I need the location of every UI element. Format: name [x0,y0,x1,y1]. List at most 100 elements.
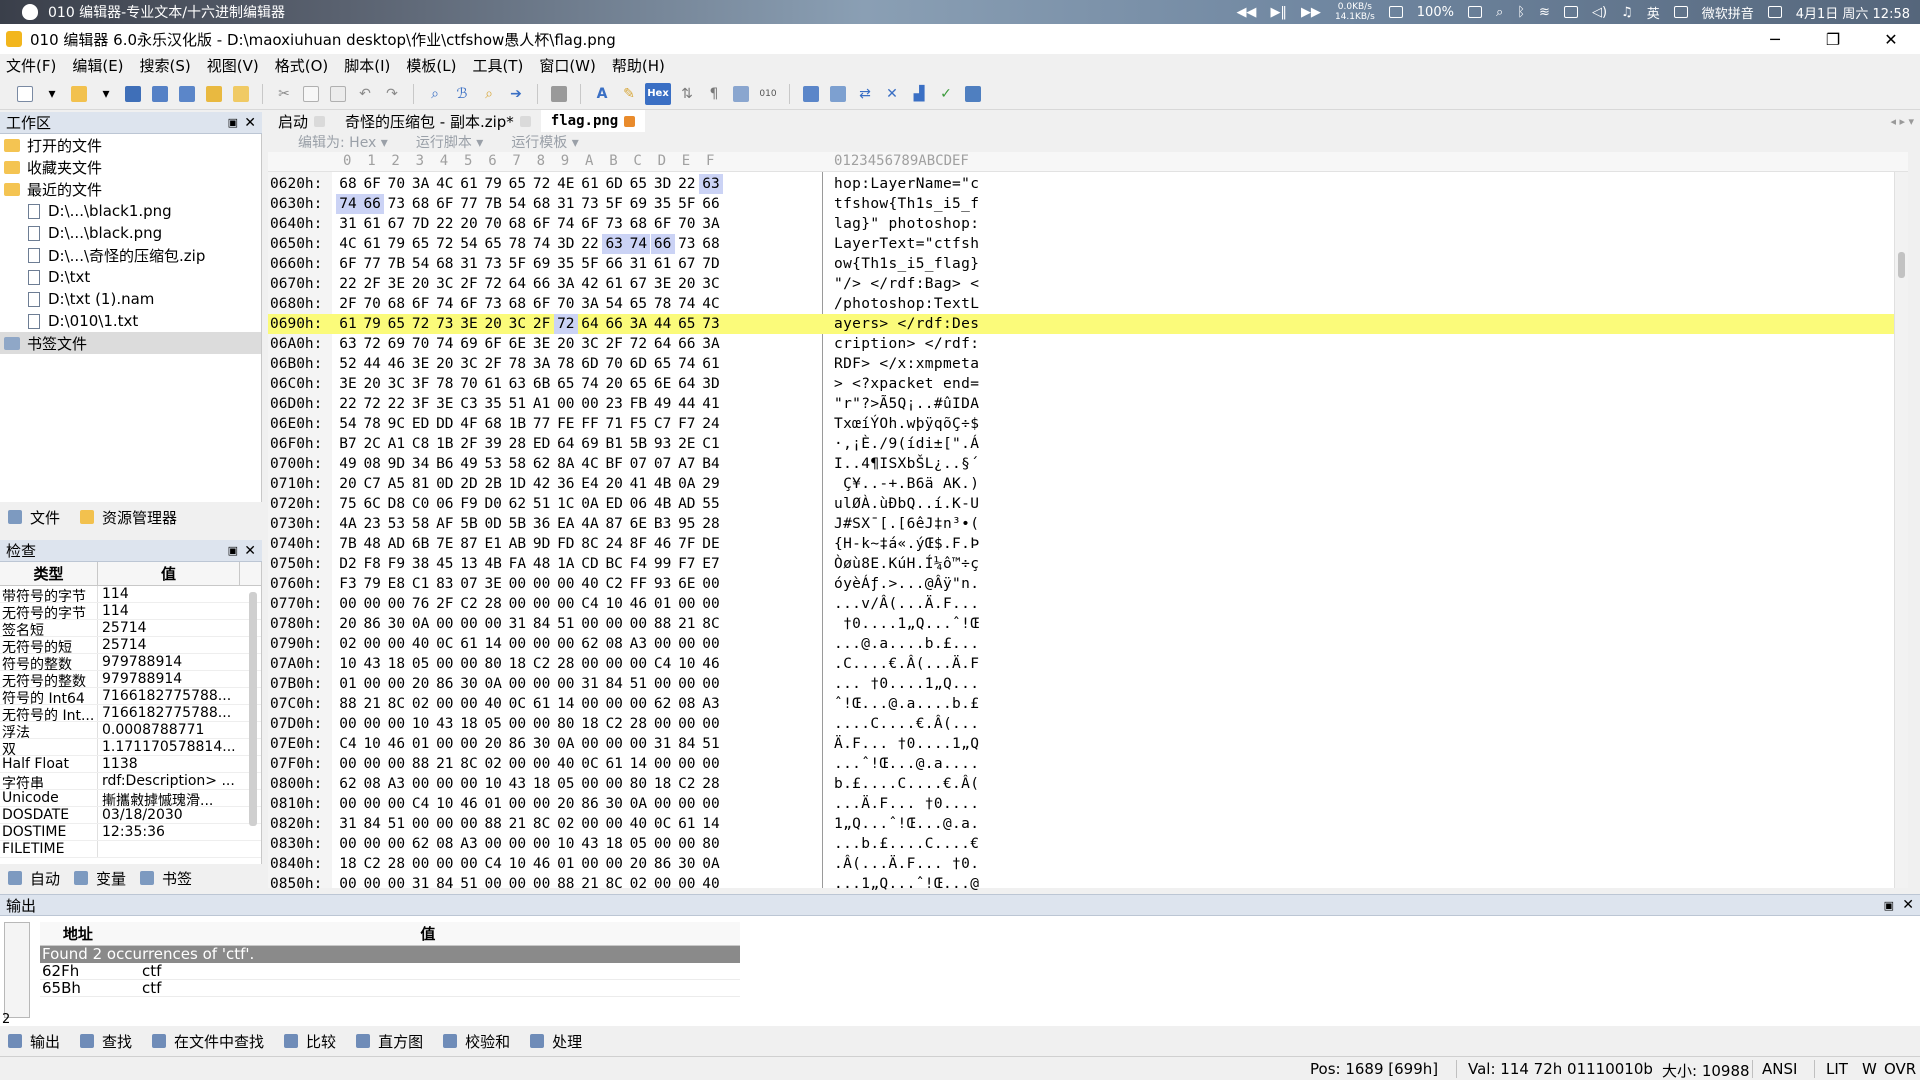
hex-byte[interactable]: 39 [481,434,505,454]
hex-byte[interactable]: 73 [481,294,505,314]
hex-byte[interactable]: 10 [481,774,505,794]
hex-byte[interactable]: 9D [530,534,554,554]
hex-byte[interactable]: 00 [675,674,699,694]
hex-byte[interactable]: 31 [409,874,433,894]
result-row[interactable]: 65Bh ctf [40,980,740,997]
hex-byte[interactable]: B1 [602,434,626,454]
menu-template[interactable]: 模板(L) [406,55,456,76]
hex-byte[interactable]: 73 [481,254,505,274]
hex-byte[interactable]: 00 [481,874,505,894]
hex-byte[interactable]: 72 [530,174,554,194]
hex-byte[interactable]: 18 [578,714,602,734]
hex-byte[interactable]: 87 [602,514,626,534]
hex-byte[interactable]: 46 [457,794,481,814]
hex-byte[interactable]: 77 [360,254,384,274]
font-icon[interactable]: A [591,83,613,105]
hex-byte[interactable]: 28 [699,774,723,794]
hex-byte[interactable]: 72 [626,334,650,354]
hex-row[interactable]: 07B0h: 01 00 00 20 86 30 0A 00 00 00 31 84 51 00 00 00..… [268,674,1908,694]
hex-byte[interactable]: 00 [554,674,578,694]
hex-byte[interactable]: 8A [554,454,578,474]
tab-explorer[interactable]: 资源管理器 [80,507,177,528]
hex-byte[interactable]: 18 [602,834,626,854]
run-script-dropdown[interactable]: 运行脚本 ▾ [416,132,483,152]
language-indicator[interactable]: 英 [1647,3,1660,22]
hex-byte[interactable]: 2F [530,314,554,334]
hex-byte[interactable]: 22 [336,274,360,294]
hex-byte[interactable]: 00 [433,734,457,754]
hex-byte[interactable]: 8C [384,694,408,714]
ascii-text[interactable]: ow{Th1s_i5_flag} [834,254,979,274]
hex-byte[interactable]: 6F [578,214,602,234]
hex-byte[interactable]: 00 [384,674,408,694]
hex-byte[interactable]: 61 [336,314,360,334]
hex-byte[interactable]: 49 [651,394,675,414]
hex-byte[interactable]: 00 [360,674,384,694]
ascii-text[interactable]: ulØÀ.ùÐbQ..í.K-U [834,494,979,514]
hex-byte[interactable]: 00 [505,574,529,594]
hex-byte[interactable]: 35 [554,254,578,274]
hex-byte[interactable]: 43 [505,774,529,794]
hex-byte[interactable]: 00 [336,714,360,734]
hex-byte[interactable]: 71 [602,414,626,434]
tree-item-favorites[interactable]: 收藏夹文件 [0,156,261,178]
ascii-text[interactable]: ...Ä.F... †0.... [834,794,979,814]
hex-byte[interactable]: 45 [433,554,457,574]
hex-byte[interactable]: 18 [530,774,554,794]
hex-byte[interactable]: 6E [626,514,650,534]
ascii-text[interactable]: J#SX¯[.[6êJ‡n³•( [834,514,979,534]
hex-byte[interactable]: 20 [675,274,699,294]
tab-flag-png[interactable]: flag.png [540,110,646,132]
hex-byte[interactable]: 43 [433,714,457,734]
hex-byte[interactable]: B6 [433,454,457,474]
hex-byte[interactable]: 65 [384,314,408,334]
dropdown-icon[interactable]: ▾ [95,83,117,105]
hex-byte[interactable]: C8 [409,434,433,454]
hex-byte[interactable]: 61 [602,274,626,294]
hex-byte[interactable]: 20 [336,614,360,634]
hex-byte[interactable]: 3E [481,574,505,594]
hex-byte[interactable]: 20 [554,334,578,354]
hex-byte[interactable]: C1 [699,434,723,454]
hex-byte[interactable]: 21 [675,614,699,634]
hex-byte[interactable]: 2D [457,474,481,494]
hex-byte[interactable]: 22 [433,214,457,234]
hex-byte[interactable]: 24 [699,414,723,434]
hex-byte[interactable]: 65 [626,294,650,314]
hex-byte[interactable]: 63 [336,334,360,354]
inspector-row[interactable]: 无符号的整数 979788914 [0,671,261,688]
hex-byte[interactable]: 00 [699,674,723,694]
hex-byte[interactable]: 00 [433,654,457,674]
hex-editor[interactable]: 0 1 2 3 4 5 6 7 8 9 A B C D E F 0123456789ABCDEF 0620h: 6… [268,152,1908,892]
hex-byte[interactable]: 62 [409,834,433,854]
hex-byte[interactable]: 4C [336,234,360,254]
hex-byte[interactable]: 41 [626,474,650,494]
run-template-dropdown[interactable]: 运行模板 ▾ [511,132,578,152]
inspector-row[interactable]: 浮法 0.0008788771 [0,722,261,739]
hex-byte[interactable]: 70 [360,294,384,314]
hex-row[interactable]: 0700h: 49 08 9D 34 B6 49 53 58 62 8A 4C BF 07 07 A7 B4 I.… [268,454,1908,474]
hex-byte[interactable]: E4 [578,474,602,494]
hex-byte[interactable]: DD [433,414,457,434]
hex-byte[interactable]: 80 [554,714,578,734]
hex-byte[interactable]: 48 [360,534,384,554]
hex-byte[interactable]: AB [505,534,529,554]
hex-byte[interactable]: 46 [626,594,650,614]
hex-byte[interactable]: 73 [433,314,457,334]
hex-byte[interactable]: D0 [481,494,505,514]
paste-icon[interactable] [327,83,349,105]
hex-byte[interactable]: 84 [530,614,554,634]
hex-byte[interactable]: 4F [457,414,481,434]
hex-byte[interactable]: 00 [360,754,384,774]
hex-byte[interactable]: 00 [433,854,457,874]
hex-byte[interactable]: 68 [626,214,650,234]
histogram-icon[interactable]: ▟ [908,83,930,105]
hex-byte[interactable]: 61 [360,214,384,234]
hex-row[interactable]: 0720h: 75 6C D8 C0 06 F9 D0 62 51 1C 0A ED 06 4B AD 55 ul… [268,494,1908,514]
hex-byte[interactable]: 28 [481,594,505,614]
hex-byte[interactable]: 00 [481,834,505,854]
hex-byte[interactable]: 20 [602,474,626,494]
hex-row[interactable]: 0740h: 7B 48 AD 6B 7E 87 E1 AB 9D FD 8C 24 8F 46 7F DE {H… [268,534,1908,554]
hex-byte[interactable]: 6F [481,334,505,354]
ascii-text[interactable]: /photoshop:TextL [834,294,979,314]
